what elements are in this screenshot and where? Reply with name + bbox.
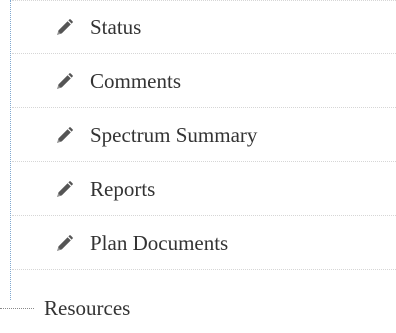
tree-item-label: Plan Documents bbox=[90, 230, 229, 255]
tree-item-comments[interactable]: Comments bbox=[12, 54, 396, 108]
tree-item-label: Status bbox=[90, 15, 142, 39]
pencil-icon bbox=[57, 19, 73, 35]
tree-item-label: Comments bbox=[90, 68, 182, 93]
tree-connector-dots bbox=[0, 308, 34, 309]
tree-item-status[interactable]: Status bbox=[12, 0, 396, 54]
tree-item-label: Spectrum Summary bbox=[90, 122, 258, 147]
tree-item-label: Reports bbox=[90, 176, 156, 201]
pencil-icon bbox=[57, 234, 73, 251]
pencil-icon bbox=[57, 126, 73, 143]
child-list: Status Comments Spectrum Summary Reports… bbox=[12, 0, 396, 270]
pencil-icon bbox=[57, 72, 73, 89]
tree-item-plan-documents[interactable]: Plan Documents bbox=[12, 216, 396, 270]
tree-item-spectrum-summary[interactable]: Spectrum Summary bbox=[12, 108, 396, 162]
tree-item-resources[interactable]: Resources bbox=[0, 282, 396, 333]
navigation-tree: Status Comments Spectrum Summary Reports… bbox=[0, 0, 396, 333]
pencil-icon bbox=[57, 180, 73, 197]
tree-connector-line bbox=[10, 0, 11, 300]
tree-item-reports[interactable]: Reports bbox=[12, 162, 396, 216]
tree-item-label: Resources bbox=[44, 296, 131, 320]
